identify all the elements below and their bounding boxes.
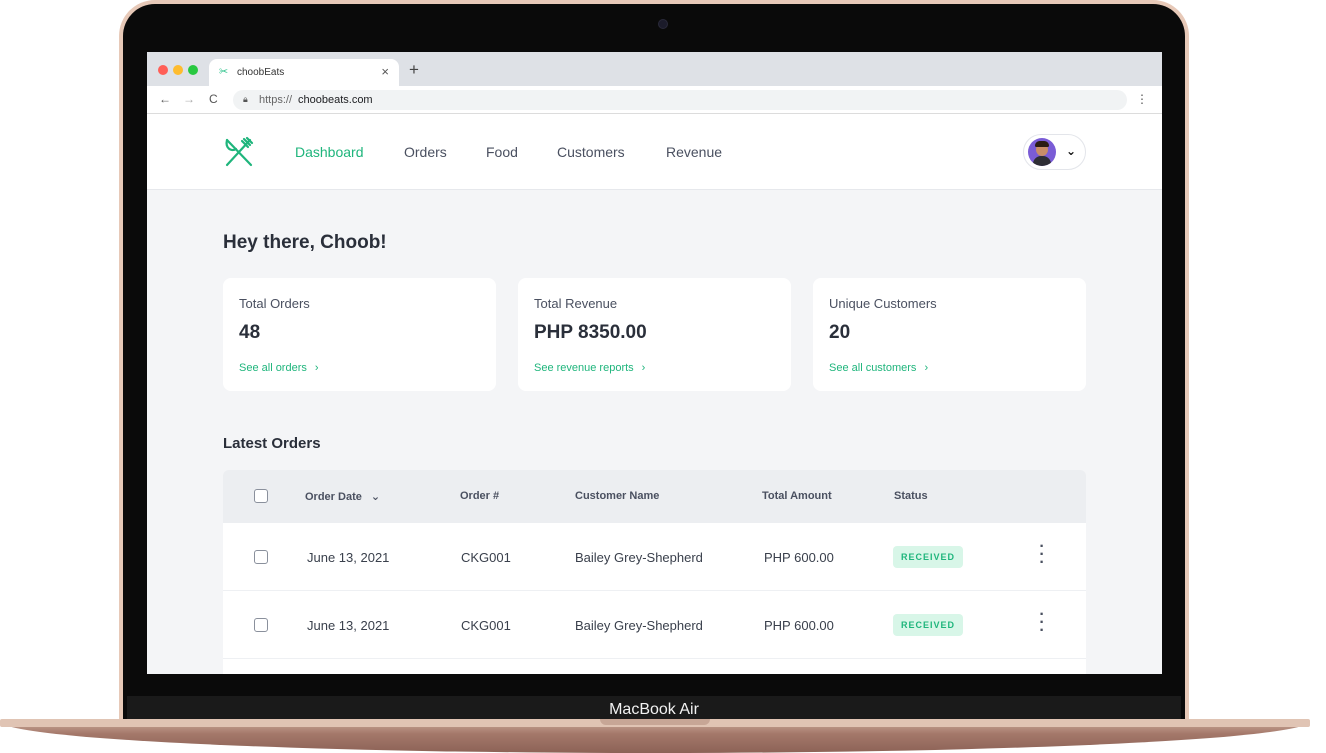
close-window-button[interactable] — [158, 65, 168, 75]
stat-label: Unique Customers — [829, 296, 937, 311]
stat-value: 20 — [829, 322, 851, 343]
total-amount: PHP 600.00 — [764, 550, 834, 565]
nav-customers[interactable]: Customers — [557, 144, 625, 160]
nav-revenue[interactable]: Revenue — [666, 144, 722, 160]
url-host: choobeats.com — [298, 94, 373, 106]
laptop-opening-notch — [600, 719, 710, 725]
page-greeting: Hey there, Choob! — [223, 232, 387, 253]
customer-name: Bailey Grey-Shepherd — [575, 550, 703, 565]
laptop-mockup: ✂ choobEats × + ← → C 🔒︎ https:// choobe… — [0, 0, 1326, 753]
minimize-window-button[interactable] — [173, 65, 183, 75]
column-header-status: Status — [894, 490, 928, 502]
device-label: MacBook Air — [609, 701, 699, 718]
browser-window: ✂ choobEats × + ← → C 🔒︎ https:// choobe… — [147, 52, 1162, 674]
browser-tab[interactable]: ✂ choobEats × — [209, 59, 399, 86]
chevron-down-icon: ⌄ — [1066, 144, 1077, 158]
browser-toolbar: ← → C 🔒︎ https:// choobeats.com ⋮ — [147, 86, 1162, 114]
select-all-checkbox[interactable] — [254, 489, 268, 503]
row-checkbox[interactable] — [254, 618, 268, 632]
table-row[interactable]: June 13, 2021 CKG001 Bailey Grey-Shepher… — [223, 523, 1086, 591]
stat-label: Total Revenue — [534, 296, 618, 311]
status-badge: RECEIVED — [893, 614, 964, 636]
stat-value: PHP 8350.00 — [534, 322, 647, 343]
order-number: CKG001 — [461, 618, 511, 633]
nav-food[interactable]: Food — [486, 144, 518, 160]
address-bar[interactable]: 🔒︎ https:// choobeats.com — [233, 90, 1127, 110]
status-badge: RECEIVED — [893, 546, 964, 568]
fork-knife-logo-icon[interactable] — [223, 136, 255, 168]
chevron-right-icon: › — [924, 362, 929, 374]
avatar — [1028, 138, 1056, 166]
nav-orders[interactable]: Orders — [404, 144, 447, 160]
stat-label: Total Orders — [239, 296, 310, 311]
stat-card-revenue: Total Revenue PHP 8350.00 See revenue re… — [518, 278, 791, 391]
see-revenue-reports-link[interactable]: See revenue reports › — [534, 362, 645, 374]
section-title: Latest Orders — [223, 435, 321, 452]
forward-arrow-icon[interactable]: → — [183, 92, 195, 106]
url-scheme: https:// — [259, 94, 293, 106]
order-date: June 13, 2021 — [307, 618, 390, 633]
new-tab-button[interactable]: + — [409, 60, 419, 80]
table-header: Order Date ⌄ Order # Customer Name Total… — [223, 470, 1086, 523]
webcam — [658, 19, 668, 29]
table-row[interactable]: June 13, 2021 CKG001 Bailey Grey-Shepher… — [223, 591, 1086, 659]
back-arrow-icon[interactable]: ← — [159, 92, 171, 106]
chevron-right-icon: › — [641, 362, 646, 374]
nav-dashboard[interactable]: Dashboard — [295, 144, 364, 160]
customer-name: Bailey Grey-Shepherd — [575, 618, 703, 633]
tab-title: choobEats — [237, 67, 285, 78]
table-row[interactable] — [223, 659, 1086, 674]
app-header: Dashboard Orders Food Customers Revenue … — [147, 114, 1162, 190]
see-all-orders-link[interactable]: See all orders › — [239, 362, 319, 374]
more-options-icon[interactable]: · · · — [1039, 607, 1045, 639]
column-header-order-number: Order # — [460, 490, 500, 502]
column-header-customer-name: Customer Name — [575, 490, 660, 502]
stat-card-customers: Unique Customers 20 See all customers › — [813, 278, 1086, 391]
user-menu-button[interactable]: ⌄ — [1023, 134, 1086, 170]
browser-tab-bar: ✂ choobEats × + — [147, 52, 1162, 86]
see-all-customers-link[interactable]: See all customers › — [829, 362, 928, 374]
more-options-icon[interactable]: · · · — [1039, 539, 1045, 571]
row-checkbox[interactable] — [254, 550, 268, 564]
browser-menu-icon[interactable]: ⋮ — [1136, 92, 1148, 106]
chevron-right-icon: › — [314, 362, 319, 374]
fork-knife-favicon-icon: ✂ — [219, 66, 229, 78]
total-amount: PHP 600.00 — [764, 618, 834, 633]
maximize-window-button[interactable] — [188, 65, 198, 75]
column-header-total-amount: Total Amount — [762, 490, 832, 502]
order-date: June 13, 2021 — [307, 550, 390, 565]
sort-chevron-down-icon: ⌄ — [370, 491, 381, 503]
column-header-order-date[interactable]: Order Date ⌄ — [305, 490, 380, 503]
order-number: CKG001 — [461, 550, 511, 565]
reload-icon[interactable]: C — [209, 92, 218, 106]
stat-card-orders: Total Orders 48 See all orders › — [223, 278, 496, 391]
lock-icon: 🔒︎ — [243, 94, 248, 104]
stat-value: 48 — [239, 322, 261, 343]
tab-close-icon[interactable]: × — [381, 64, 389, 79]
